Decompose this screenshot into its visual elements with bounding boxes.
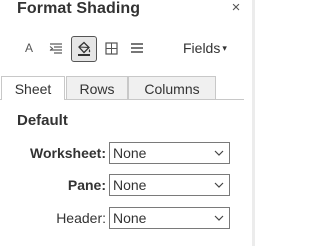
pane-shading-select[interactable]: None <box>109 174 230 196</box>
pane-label: Pane: <box>67 177 106 193</box>
format-shading-panel: Format Shading × A Fields ▾ Sheet Rows C… <box>0 0 252 246</box>
tab-sheet[interactable]: Sheet <box>1 76 65 100</box>
header-label: Header: <box>56 210 106 226</box>
tab-rows[interactable]: Rows <box>66 76 128 99</box>
pane-shading-value: None <box>113 177 147 193</box>
chevron-down-icon <box>214 150 224 156</box>
chevron-down-icon <box>214 182 224 188</box>
close-icon[interactable]: × <box>228 0 244 16</box>
worksheet-shading-value: None <box>113 145 147 161</box>
chevron-down-icon: ▾ <box>222 43 227 53</box>
tab-columns[interactable]: Columns <box>128 76 216 99</box>
worksheet-label: Worksheet: <box>30 145 106 161</box>
chevron-down-icon <box>214 215 224 221</box>
alignment-icon[interactable] <box>45 37 67 59</box>
header-shading-select[interactable]: None <box>109 207 230 229</box>
fields-dropdown[interactable]: Fields ▾ <box>183 40 227 56</box>
section-title-default: Default <box>17 112 68 129</box>
font-icon-glyph: A <box>24 41 33 55</box>
fields-label: Fields <box>183 40 221 56</box>
header-shading-value: None <box>113 210 147 226</box>
worksheet-shading-select[interactable]: None <box>109 142 230 164</box>
scrollbar[interactable] <box>252 0 255 246</box>
borders-icon[interactable] <box>100 37 122 59</box>
shading-icon[interactable] <box>71 36 97 62</box>
lines-icon[interactable] <box>126 37 148 59</box>
panel-title: Format Shading <box>17 0 141 17</box>
font-icon[interactable]: A <box>18 37 40 59</box>
